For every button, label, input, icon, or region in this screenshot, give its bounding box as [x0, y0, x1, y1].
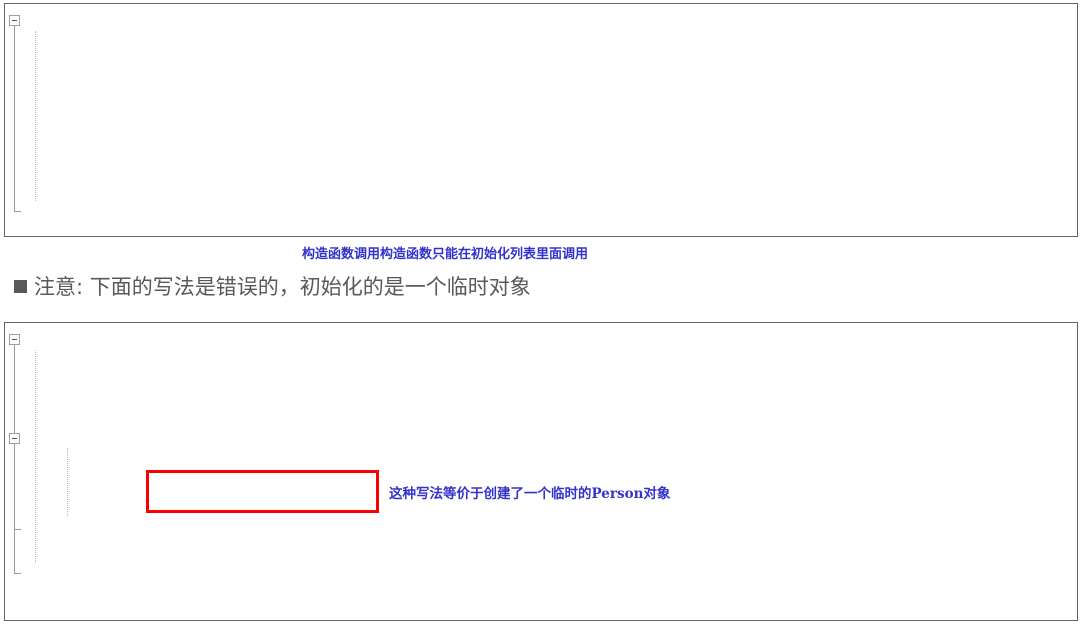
fold-foot-2 [14, 573, 21, 574]
annotation-temporary-object: 这种写法等价于创建了一个临时的Person对象 [389, 486, 671, 502]
fold-foot-ctor-2 [14, 529, 21, 530]
indent-guide-2a [35, 350, 36, 563]
fold-toggle-ctor-2[interactable] [9, 433, 20, 444]
code-surface-1[interactable]: struct Person { int m_age; int m_height;… [5, 4, 1077, 236]
fold-rail-1 [14, 26, 15, 211]
fold-toggle-struct-2[interactable] [9, 334, 20, 345]
indent-guide-1 [35, 31, 36, 201]
fold-toggle-struct-1[interactable] [9, 15, 20, 26]
indent-guide-2b [67, 448, 68, 516]
note-line: 注意: 下面的写法是错误的，初始化的是一个临时对象 [14, 271, 531, 301]
note-text: 注意: 下面的写法是错误的，初始化的是一个临时对象 [34, 275, 531, 299]
highlight-box-temporary-object [146, 470, 379, 513]
square-bullet-icon [14, 279, 27, 293]
fold-rail-2 [14, 345, 15, 573]
fold-foot-1 [14, 211, 21, 212]
code-block-correct: struct Person { int m_age; int m_height;… [4, 3, 1078, 237]
annotation-constructor-rule: 构造函数调用构造函数只能在初始化列表里面调用 [302, 247, 589, 262]
